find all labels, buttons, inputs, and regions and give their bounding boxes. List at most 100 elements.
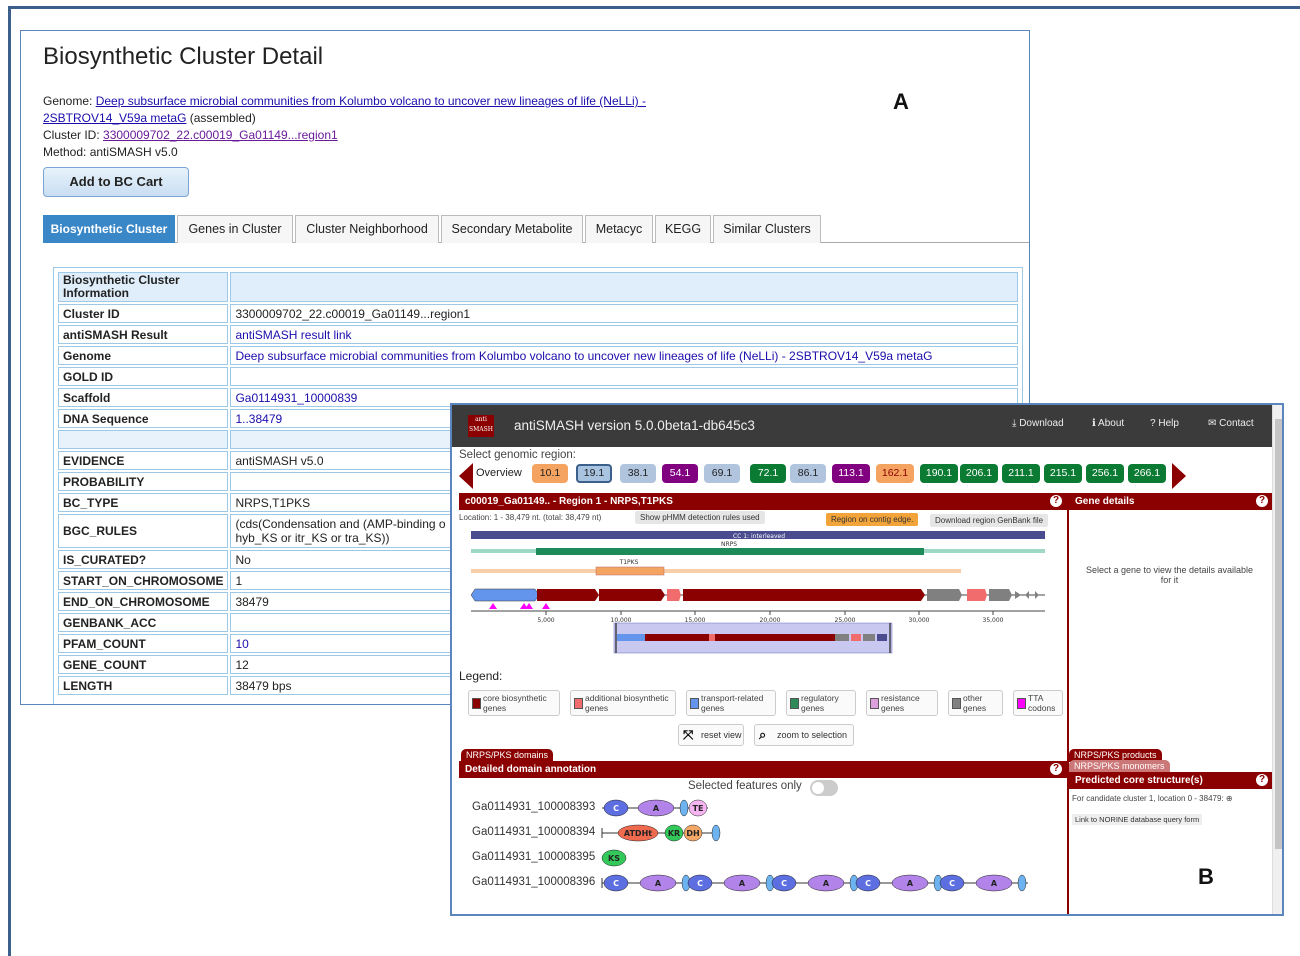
tab-kegg[interactable]: KEGG (655, 215, 711, 243)
help-icon[interactable]: ? (1256, 495, 1268, 507)
region-button[interactable]: 38.1 (620, 464, 656, 483)
row-key: EVIDENCE (58, 451, 229, 470)
gene-core-3[interactable] (683, 589, 925, 601)
zoom-selection-button[interactable]: ⌕ zoom to selection (754, 724, 854, 746)
legend-label: additional biosynthetic genes (585, 693, 669, 713)
cluster-id-link[interactable]: 3300009702_22.c00019_Ga01149...region1 (103, 128, 338, 142)
show-rules-button[interactable]: Show pHMM detection rules used (635, 511, 765, 524)
row-key: GENE_COUNT (58, 655, 229, 674)
domain-gene-label[interactable]: Ga0114931_100008395 (472, 851, 595, 863)
gene-other-1[interactable] (927, 589, 962, 601)
tab-genes-in-cluster[interactable]: Genes in Cluster (177, 215, 293, 243)
mini-gene (709, 634, 715, 641)
gene-other-4[interactable] (1025, 591, 1029, 599)
gene-other-3[interactable] (1015, 591, 1021, 599)
gene-core-1[interactable] (537, 589, 599, 601)
domain-diagram[interactable]: C A TE ATDHt KR DH KS C A C A C A C A C A (598, 797, 1038, 897)
nav-contact[interactable]: ✉ Contact (1208, 418, 1254, 429)
region-button[interactable]: 54.1 (662, 464, 698, 483)
row-value-link[interactable]: antiSMASH result link (235, 328, 351, 342)
tab-biosynthetic-cluster[interactable]: Biosynthetic Cluster (43, 215, 175, 243)
gene-transport[interactable] (470, 588, 540, 602)
svg-text:KR: KR (668, 829, 680, 838)
nav-download[interactable]: ⤓ Download (1012, 418, 1064, 429)
domain-gene-label[interactable]: Ga0114931_100008396 (472, 876, 595, 888)
scroll-thumb[interactable] (1275, 419, 1282, 849)
legend-item[interactable]: transport-related genes (686, 690, 776, 716)
mini-gene (715, 634, 835, 641)
gene-additional-1[interactable] (667, 589, 681, 601)
nav-help[interactable]: ? Help (1150, 418, 1179, 429)
legend-item[interactable]: core biosynthetic genes (468, 690, 560, 716)
tab-secondary-metabolite[interactable]: Secondary Metabolite (441, 215, 583, 243)
svg-text:KS: KS (608, 854, 620, 863)
gene-other-5[interactable] (1035, 591, 1039, 599)
table-row: GOLD ID (58, 367, 1018, 386)
help-icon[interactable]: ? (1050, 763, 1062, 775)
row-value-link[interactable]: Ga0114931_10000839 (235, 391, 357, 405)
legend-item[interactable]: additional biosynthetic genes (570, 690, 676, 716)
region-button[interactable]: 162.1 (876, 464, 914, 483)
add-to-cart-button[interactable]: Add to BC Cart (43, 167, 189, 197)
row-value-link[interactable]: 1..38479 (235, 412, 282, 426)
help-icon[interactable]: ? (1256, 774, 1268, 786)
magnifier-icon: ⌕ (759, 727, 767, 742)
selected-features-toggle[interactable] (810, 780, 838, 796)
nav-about[interactable]: ℹ About (1092, 418, 1124, 429)
region-button[interactable]: 206.1 (960, 464, 998, 483)
next-region-arrow[interactable] (1172, 463, 1186, 489)
legend-item[interactable]: regulatory genes (786, 690, 856, 716)
region-header: c00019_Ga01149.. - Region 1 - NRPS,T1PKS (459, 493, 1067, 510)
legend-item[interactable]: other genes (948, 690, 1003, 716)
legend-title: Legend: (459, 669, 503, 683)
legend-item[interactable]: TTA codons (1013, 690, 1063, 716)
domain-gene-label[interactable]: Ga0114931_100008394 (472, 826, 595, 838)
domain-pcp[interactable] (1017, 874, 1027, 892)
reset-view-button[interactable]: ⤧ reset view (678, 724, 744, 746)
legend-swatch (1017, 698, 1026, 709)
tab-bar: Biosynthetic Cluster Genes in Cluster Cl… (43, 215, 1029, 243)
svg-text:ATDHt: ATDHt (624, 829, 652, 838)
region-button[interactable]: 69.1 (704, 464, 740, 483)
region-map[interactable]: CC 1: interleaved NRPS T1PKS 5,000 10,000… (459, 525, 1065, 657)
tab-similar-clusters[interactable]: Similar Clusters (713, 215, 821, 243)
gene-other-2[interactable] (989, 589, 1012, 601)
mini-gene (863, 634, 875, 641)
row-value-link[interactable]: 10 (235, 637, 248, 651)
region-button[interactable]: 215.1 (1044, 464, 1082, 483)
norine-link[interactable]: Link to NORINE database query form (1072, 814, 1203, 825)
domain-gene-label[interactable]: Ga0114931_100008393 (472, 801, 595, 813)
row-key: LENGTH (58, 676, 229, 695)
region-button[interactable]: 86.1 (790, 464, 826, 483)
region-button[interactable]: 266.1 (1128, 464, 1166, 483)
region-button[interactable]: 256.1 (1086, 464, 1124, 483)
genome-link[interactable]: Deep subsurface microbial communities fr… (96, 94, 646, 108)
region-button[interactable]: 211.1 (1002, 464, 1040, 483)
help-icon[interactable]: ? (1050, 495, 1062, 507)
region-button[interactable]: 113.1 (832, 464, 870, 483)
scrollbar[interactable] (1272, 405, 1282, 914)
region-button[interactable]: 10.1 (532, 464, 568, 483)
domain-pcp[interactable] (679, 799, 689, 817)
domain-c-label: C (781, 879, 787, 888)
region-button[interactable]: 72.1 (750, 464, 786, 483)
row-value-link[interactable]: Deep subsurface microbial communities fr… (235, 349, 932, 363)
plus-icon[interactable]: ⊕ (1226, 794, 1233, 803)
tab-cluster-neighborhood[interactable]: Cluster Neighborhood (295, 215, 439, 243)
tab-metacyc[interactable]: Metacyc (585, 215, 653, 243)
region-button[interactable]: 19.1 (576, 464, 612, 483)
prev-region-arrow[interactable] (459, 463, 473, 489)
cluster-meta: Genome: Deep subsurface microbial commun… (43, 93, 743, 161)
panel-divider (1067, 493, 1069, 914)
axis-tick-label: 35,000 (983, 617, 1004, 624)
row-key: START_ON_CHROMOSOME (58, 571, 229, 590)
cc-label: CC 1: interleaved (733, 533, 785, 540)
domain-acp[interactable] (711, 824, 721, 842)
gene-additional-2[interactable] (967, 589, 987, 601)
gene-core-2[interactable] (599, 589, 665, 601)
region-button[interactable]: 190.1 (920, 464, 958, 483)
legend-item[interactable]: resistance genes (866, 690, 938, 716)
overview-link[interactable]: Overview (476, 467, 522, 479)
core-structure-text: For candidate cluster 1, location 0 - 38… (1072, 794, 1233, 803)
genome-link-cont[interactable]: 2SBTROV14_V59a metaG (43, 111, 186, 125)
